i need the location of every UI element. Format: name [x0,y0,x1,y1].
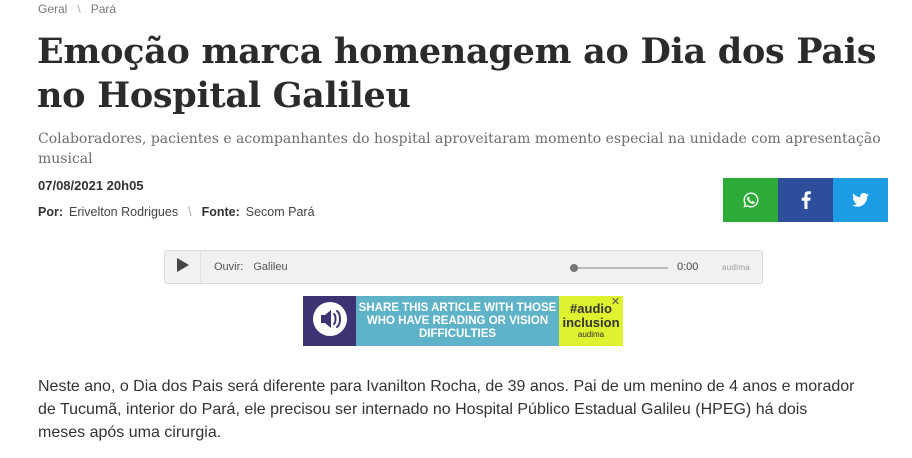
audio-player: Ouvir: Galileu 0:00 audima [164,250,763,284]
author-label: Por: [38,205,63,219]
play-button[interactable] [165,251,201,283]
banner-message: SHARE THIS ARTICLE WITH THOSE WHO HAVE R… [358,301,557,340]
banner-message-box: SHARE THIS ARTICLE WITH THOSE WHO HAVE R… [356,296,559,346]
speaker-icon [312,301,348,342]
breadcrumb-item-geral[interactable]: Geral [38,2,67,16]
source-name: Secom Pará [245,205,315,219]
twitter-icon [852,193,869,207]
byline-separator: \ [188,205,192,219]
share-facebook-button[interactable] [778,178,833,222]
article-subtitle: Colaboradores, pacientes e acompanhantes… [38,131,881,167]
share-whatsapp-button[interactable] [723,178,778,222]
source-label: Fonte: [201,205,240,219]
listen-label: Ouvir: [214,261,244,273]
byline: Por: Erivelton Rodrigues \ Fonte: Secom … [38,205,315,219]
share-twitter-button[interactable] [833,178,888,222]
breadcrumb: Geral \ Pará [38,2,116,16]
play-icon [176,257,189,277]
banner-tag-line1: #audio [570,301,612,316]
publish-date: 07/08/2021 20h05 [38,178,144,193]
share-buttons [723,178,888,222]
audima-logo: audima [722,263,751,272]
track-title: Galileu [253,261,288,273]
article-title: Emoção marca homenagem ao Dia dos Pais n… [37,31,877,116]
banner-tag-line2: inclusion [562,315,620,330]
breadcrumb-item-para[interactable]: Pará [91,2,116,16]
current-time: 0:00 [677,261,699,273]
author-name: Erivelton Rodrigues [69,205,179,219]
audio-inclusion-banner[interactable]: SHARE THIS ARTICLE WITH THOSE WHO HAVE R… [303,296,623,346]
progress-handle[interactable] [570,264,578,272]
banner-tag-box: #audio inclusion audima ✕ [559,296,623,346]
article-body: Neste ano, o Dia dos Pais será diferente… [38,378,855,441]
facebook-icon [801,191,811,209]
banner-icon-box [303,296,356,346]
progress-bar[interactable] [575,267,668,269]
banner-tag-brand: audima [577,330,605,339]
close-icon[interactable]: ✕ [610,297,621,308]
whatsapp-icon [742,191,760,209]
breadcrumb-separator: \ [77,2,81,16]
